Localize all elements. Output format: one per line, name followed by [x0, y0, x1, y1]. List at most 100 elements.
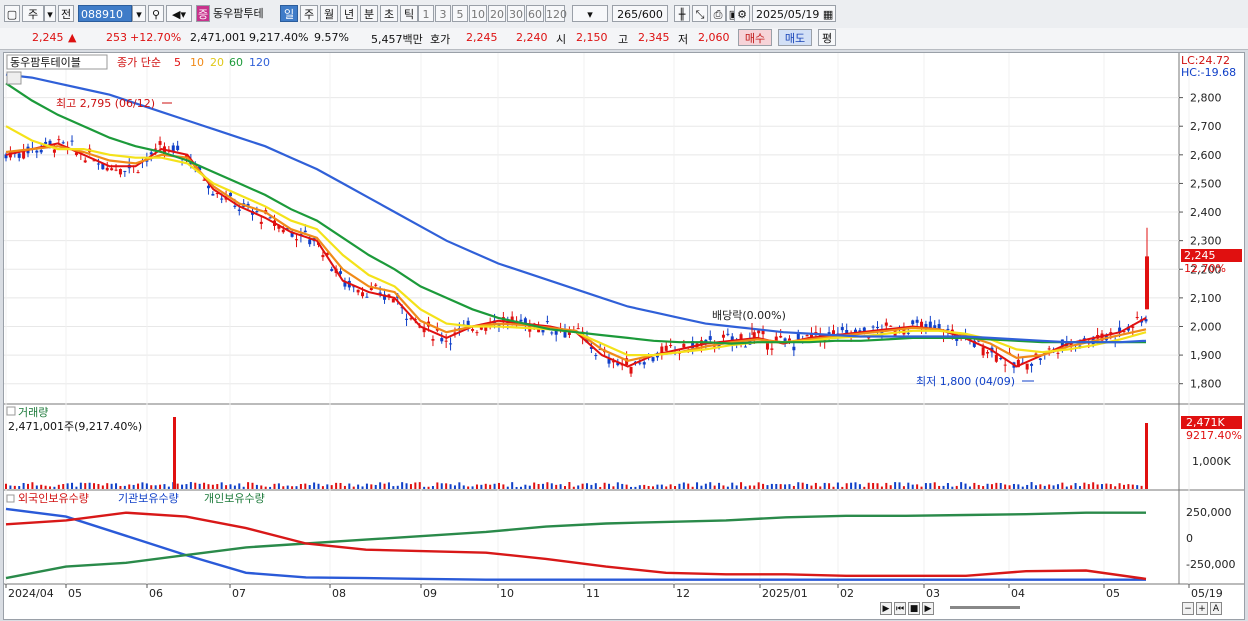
- play-button[interactable]: ▶: [922, 602, 934, 615]
- zoom-slider[interactable]: [950, 606, 1020, 609]
- candle-body: [281, 229, 285, 233]
- candle-body: [356, 289, 360, 293]
- buy-button[interactable]: 매수: [738, 29, 772, 46]
- volume-bar: [885, 482, 888, 489]
- ma20-label: 20: [210, 56, 224, 69]
- stock-chart[interactable]: 2,8002,7002,6002,5002,4002,3002,2002,100…: [4, 53, 1244, 619]
- volume-bar: [18, 486, 21, 489]
- candle-icon[interactable]: ╫: [674, 5, 690, 22]
- volume-bar: [110, 483, 113, 489]
- interval-tab-3[interactable]: 10: [469, 5, 487, 22]
- print-icon[interactable]: ⎙: [710, 5, 726, 22]
- period-tab-0[interactable]: 일: [280, 5, 298, 22]
- volume-bar: [1100, 484, 1103, 489]
- candle-body: [330, 269, 334, 271]
- candle-body: [431, 339, 435, 341]
- volume-value: 2,471,001주(9,217.40%): [8, 420, 142, 433]
- chart-area[interactable]: 2,800 2,700 2,600 2,500 2,400 2,300 2,200 2,100…: [3, 52, 1245, 620]
- volume-panel-icon[interactable]: [6, 406, 16, 416]
- volume-bar: [625, 484, 628, 489]
- holdings-y-tick-2: 0: [1186, 532, 1193, 545]
- volume-bar: [748, 485, 751, 489]
- sound-icon[interactable]: ◀▾: [166, 5, 192, 22]
- volume-y-tick: 1,000K: [1192, 455, 1231, 468]
- up-arrow-icon: ▲: [68, 31, 77, 44]
- volume-bar: [946, 483, 949, 489]
- volume-bar: [1048, 484, 1051, 489]
- stop-button[interactable]: ■: [908, 602, 920, 615]
- volume-ratio: 9,217.40%: [249, 31, 309, 44]
- eval-button[interactable]: 평: [818, 29, 836, 46]
- search-icon[interactable]: ⚲: [148, 5, 164, 22]
- volume-bar: [550, 483, 553, 489]
- volume-bar: [198, 483, 201, 489]
- y-axis: 2,8002,7002,6002,5002,4002,3002,2002,100…: [1179, 92, 1222, 391]
- rewind-button[interactable]: ⏮: [894, 602, 906, 615]
- chevron-down-icon[interactable]: ▾: [44, 5, 56, 22]
- interval-tab-1[interactable]: 3: [435, 5, 451, 22]
- candle-body: [876, 327, 880, 329]
- volume-bar: [484, 483, 487, 489]
- volume-bar: [1017, 484, 1020, 489]
- volume-bar: [766, 485, 769, 489]
- period-tab-4[interactable]: 분: [360, 5, 378, 22]
- candle-body: [642, 362, 646, 365]
- volume-bar: [1140, 485, 1143, 489]
- zoom-plus-button[interactable]: +: [1196, 602, 1208, 615]
- sell-button[interactable]: 매도: [778, 29, 812, 46]
- volume-bar: [1114, 486, 1117, 489]
- volume-bar: [1118, 483, 1121, 489]
- candle-body: [682, 343, 686, 348]
- prev-button[interactable]: 전: [58, 5, 74, 22]
- volume-bar: [634, 486, 637, 489]
- y-tick-label: 2,800: [1190, 92, 1222, 105]
- chevron-down-icon[interactable]: ▾: [132, 5, 146, 22]
- interval-tab-4[interactable]: 20: [488, 5, 506, 22]
- volume-bar: [678, 483, 681, 489]
- volume-bar: [700, 485, 703, 489]
- volume-bar: [762, 483, 765, 489]
- period-tab-1[interactable]: 주: [300, 5, 318, 22]
- volume-bar: [27, 483, 30, 489]
- volume-bar: [304, 483, 307, 489]
- interval-tab-7[interactable]: 120: [545, 5, 567, 22]
- volume-bar: [933, 482, 936, 489]
- volume-bar: [858, 484, 861, 489]
- volume-bar: [207, 484, 210, 489]
- interval-tab-2[interactable]: 5: [452, 5, 468, 22]
- volume-bar: [220, 482, 223, 489]
- interval-select[interactable]: ▾: [572, 5, 608, 22]
- interval-tab-6[interactable]: 60: [526, 5, 544, 22]
- panel-icon[interactable]: [6, 71, 22, 85]
- layout-icon[interactable]: ▢: [4, 5, 20, 22]
- volume-bar: [770, 483, 773, 489]
- volume-bar: [1034, 485, 1037, 489]
- volume-bar: [387, 482, 390, 489]
- range-field[interactable]: 265/600: [612, 5, 668, 22]
- date-field[interactable]: 2025/05/19 ▦: [752, 5, 836, 22]
- interval-tab-0[interactable]: 1: [418, 5, 434, 22]
- volume-bar: [1105, 483, 1108, 489]
- holdings-panel-icon[interactable]: [6, 494, 15, 503]
- volume-bar: [911, 484, 914, 489]
- zoom-icon[interactable]: ⤡: [692, 5, 708, 22]
- volume-bar: [374, 484, 377, 489]
- volume-bar: [497, 482, 500, 489]
- period-tab-5[interactable]: 초: [380, 5, 398, 22]
- zoom-minus-button[interactable]: −: [1182, 602, 1194, 615]
- volume-bar: [704, 483, 707, 489]
- gear-icon[interactable]: ⚙: [734, 5, 750, 22]
- code-input[interactable]: 088910: [78, 5, 132, 22]
- scroll-right-button[interactable]: ▶: [880, 602, 892, 615]
- fit-button[interactable]: A: [1210, 602, 1222, 615]
- y-tick-label: 1,900: [1190, 349, 1222, 362]
- interval-tab-5[interactable]: 30: [507, 5, 525, 22]
- volume-bar: [665, 486, 668, 489]
- volume-bar: [361, 486, 364, 489]
- period-tab-2[interactable]: 월: [320, 5, 338, 22]
- candle-body: [999, 358, 1003, 360]
- market-select[interactable]: 주: [22, 5, 44, 22]
- period-tab-3[interactable]: 년: [340, 5, 358, 22]
- calendar-icon[interactable]: ▦: [823, 8, 833, 21]
- period-tab-6[interactable]: 틱: [400, 5, 418, 22]
